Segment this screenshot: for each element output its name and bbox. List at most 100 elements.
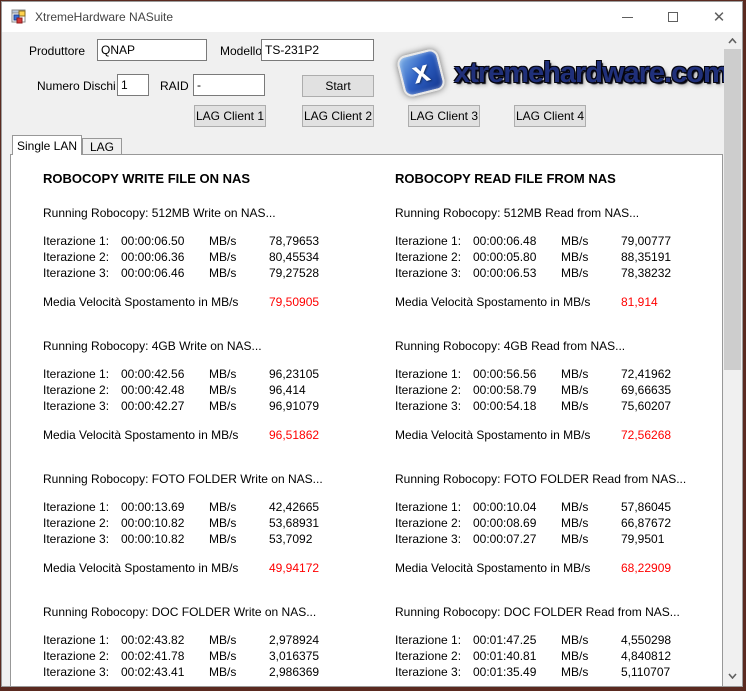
results-panel: ROBOCOPY WRITE FILE ON NAS Running Roboc…	[10, 154, 723, 687]
iteration-label: Iterazione 1:	[43, 367, 121, 383]
produttore-input[interactable]	[97, 39, 207, 61]
iteration-time: 00:00:42.56	[121, 367, 209, 383]
lag-client-2-button[interactable]: LAG Client 2	[302, 105, 374, 127]
iteration-speed: 53,68931	[269, 516, 383, 532]
iteration-label: Iterazione 1:	[395, 500, 473, 516]
iteration-time: 00:01:35.49	[473, 665, 561, 681]
close-button[interactable]: ✕	[696, 2, 742, 32]
iteration-row: Iterazione 3:00:00:06.53MB/s78,38232	[395, 266, 723, 282]
xtremehardware-logo-text: xtremehardware.com	[454, 57, 728, 90]
iteration-speed: 4,840812	[621, 649, 723, 665]
iteration-label: Iterazione 3:	[395, 399, 473, 415]
iteration-unit: MB/s	[209, 250, 269, 266]
robocopy-section: Running Robocopy: FOTO FOLDER Write on N…	[43, 472, 383, 575]
media-value: 68,22909	[621, 561, 723, 575]
iteration-row: Iterazione 3:00:01:35.49MB/s5,110707	[395, 665, 723, 681]
media-value: 49,94172	[269, 561, 383, 575]
tab-single-lan[interactable]: Single LAN	[12, 135, 82, 155]
robocopy-section: Running Robocopy: FOTO FOLDER Read from …	[395, 472, 723, 575]
media-label: Media Velocità Spostamento in MB/s	[43, 561, 269, 575]
iteration-unit: MB/s	[561, 500, 621, 516]
iteration-label: Iterazione 1:	[43, 633, 121, 649]
chevron-down-icon	[728, 673, 737, 679]
robocopy-section: Running Robocopy: DOC FOLDER Read from N…	[395, 605, 723, 687]
iteration-unit: MB/s	[209, 516, 269, 532]
iteration-row: Iterazione 1:00:00:06.48MB/s79,00777	[395, 234, 723, 250]
iteration-row: Iterazione 1:00:00:56.56MB/s72,41962	[395, 367, 723, 383]
start-button[interactable]: Start	[302, 75, 374, 97]
minimize-icon	[622, 17, 633, 18]
media-row: Media Velocità Spostamento in MB/s79,509…	[43, 295, 383, 309]
maximize-button[interactable]	[650, 2, 696, 32]
robocopy-section: Running Robocopy: DOC FOLDER Write on NA…	[43, 605, 383, 687]
iteration-time: 00:00:42.27	[121, 399, 209, 415]
iteration-label: Iterazione 2:	[395, 516, 473, 532]
iteration-label: Iterazione 3:	[395, 266, 473, 282]
iteration-label: Iterazione 3:	[43, 266, 121, 282]
iteration-unit: MB/s	[561, 399, 621, 415]
iteration-unit: MB/s	[209, 532, 269, 548]
modello-input[interactable]	[261, 39, 374, 61]
iteration-speed: 3,016375	[269, 649, 383, 665]
iteration-row: Iterazione 1:00:00:06.50MB/s78,79653	[43, 234, 383, 250]
minimize-button[interactable]	[604, 2, 650, 32]
robocopy-section: Running Robocopy: 512MB Write on NAS... …	[43, 206, 383, 309]
running-status-text: Running Robocopy: 4GB Write on NAS...	[43, 339, 383, 353]
iteration-unit: MB/s	[209, 367, 269, 383]
iteration-speed: 53,7092	[269, 532, 383, 548]
iteration-speed: 75,60207	[621, 399, 723, 415]
iteration-row: Iterazione 2:00:02:41.78MB/s3,016375	[43, 649, 383, 665]
iteration-speed: 66,87672	[621, 516, 723, 532]
iteration-row: Iterazione 2:00:00:05.80MB/s88,35191	[395, 250, 723, 266]
scrollbar-up-button[interactable]	[724, 32, 741, 49]
iteration-unit: MB/s	[209, 633, 269, 649]
iteration-label: Iterazione 3:	[395, 665, 473, 681]
iteration-unit: MB/s	[561, 532, 621, 548]
iteration-unit: MB/s	[209, 234, 269, 250]
iteration-unit: MB/s	[561, 234, 621, 250]
iteration-speed: 4,550298	[621, 633, 723, 649]
form-area: Produttore Modello Numero Dischi RAID St…	[2, 32, 742, 142]
iteration-speed: 69,66635	[621, 383, 723, 399]
iteration-unit: MB/s	[561, 383, 621, 399]
maximize-icon	[668, 12, 678, 22]
write-column-header: ROBOCOPY WRITE FILE ON NAS	[43, 171, 383, 186]
app-icon	[11, 9, 27, 25]
iteration-speed: 42,42665	[269, 500, 383, 516]
iteration-time: 00:00:10.04	[473, 500, 561, 516]
scrollbar-thumb[interactable]	[724, 49, 741, 370]
iteration-time: 00:00:10.82	[121, 532, 209, 548]
iteration-time: 00:00:06.50	[121, 234, 209, 250]
iteration-label: Iterazione 1:	[43, 234, 121, 250]
iteration-row: Iterazione 1:00:01:47.25MB/s4,550298	[395, 633, 723, 649]
iteration-speed: 78,79653	[269, 234, 383, 250]
window-title: XtremeHardware NASuite	[35, 10, 173, 24]
iteration-speed: 79,27528	[269, 266, 383, 282]
numero-dischi-label: Numero Dischi	[37, 79, 116, 93]
tab-lag[interactable]: LAG	[82, 138, 122, 155]
read-column-header: ROBOCOPY READ FILE FROM NAS	[395, 171, 723, 186]
media-row: Media Velocità Spostamento in MB/s72,562…	[395, 428, 723, 442]
iteration-time: 00:00:13.69	[121, 500, 209, 516]
iteration-unit: MB/s	[209, 665, 269, 681]
iteration-label: Iterazione 1:	[395, 633, 473, 649]
vertical-scrollbar[interactable]	[724, 32, 741, 684]
iteration-row: Iterazione 2:00:00:06.36MB/s80,45534	[43, 250, 383, 266]
running-status-text: Running Robocopy: FOTO FOLDER Read from …	[395, 472, 723, 486]
iteration-unit: MB/s	[561, 665, 621, 681]
lag-client-1-button[interactable]: LAG Client 1	[194, 105, 266, 127]
iteration-unit: MB/s	[561, 266, 621, 282]
iteration-row: Iterazione 2:00:00:58.79MB/s69,66635	[395, 383, 723, 399]
numero-dischi-input[interactable]	[117, 74, 149, 96]
iteration-unit: MB/s	[209, 399, 269, 415]
xtremehardware-logo: x xtremehardware.com	[390, 32, 702, 114]
media-label: Media Velocità Spostamento in MB/s	[395, 561, 621, 575]
iteration-label: Iterazione 1:	[43, 500, 121, 516]
iteration-label: Iterazione 2:	[395, 383, 473, 399]
iteration-label: Iterazione 3:	[395, 532, 473, 548]
iteration-time: 00:00:06.53	[473, 266, 561, 282]
raid-input[interactable]	[193, 74, 265, 96]
iteration-speed: 96,91079	[269, 399, 383, 415]
iteration-speed: 88,35191	[621, 250, 723, 266]
scrollbar-down-button[interactable]	[724, 667, 741, 684]
